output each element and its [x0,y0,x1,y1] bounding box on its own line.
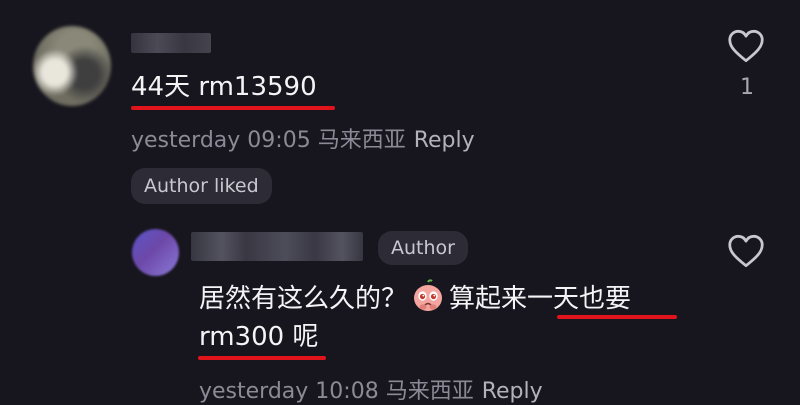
comment-amount: 天 rm13590 [164,72,317,102]
reply-location: 马来西亚 [385,379,474,404]
reply-text-part2: 算起来一天也要 [449,284,632,314]
reply-meta: yesterday 10:08 马来西亚 Reply [199,373,543,405]
reply-text-line2: rm300 呢 [199,322,319,352]
reply-red-underline-1 [557,315,677,319]
like-count: 1 [740,75,754,100]
reply-text-part1: 居然有这么久的？ [199,284,408,314]
reply-red-underline-2 [198,356,326,360]
comment-location: 马来西亚 [317,128,406,153]
reply-time: yesterday 10:08 [199,379,379,404]
comment-time: yesterday 09:05 [131,128,311,153]
comment-text: 44天 rm13590 [131,72,317,102]
reply-author-username-blurred[interactable] [191,232,363,261]
like-heart-icon[interactable] [727,29,765,63]
commenter-avatar[interactable] [33,26,111,106]
reply-author-avatar[interactable] [132,229,179,276]
comment-red-underline [131,106,335,110]
comment-meta: yesterday 09:05 马来西亚 Reply [131,122,475,154]
comment-reply-button[interactable]: Reply [414,128,475,153]
reply-reply-button[interactable]: Reply [482,379,543,404]
author-liked-badge: Author liked [131,168,272,204]
reply-text-line1: 居然有这么久的？ 算起来一天也要 [199,279,631,314]
reply-like-heart-icon[interactable] [727,234,765,268]
commenter-username-blurred[interactable] [131,33,211,53]
comment-days: 44 [131,72,165,102]
pleading-face-emoji-icon [414,279,443,311]
author-badge: Author [378,231,468,265]
